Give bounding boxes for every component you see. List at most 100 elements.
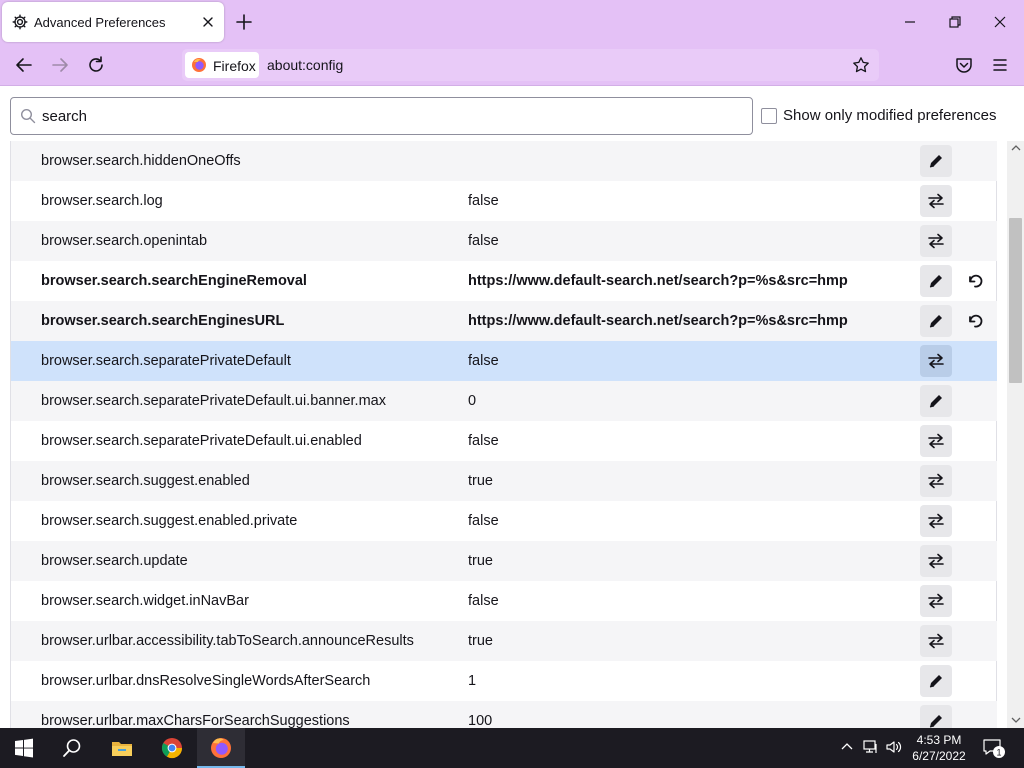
taskbar-chrome[interactable]: [148, 728, 196, 768]
reload-icon[interactable]: [85, 54, 107, 76]
preference-value: false: [468, 593, 499, 609]
toggle-arrows-icon: [928, 473, 944, 489]
search-input[interactable]: [42, 104, 742, 128]
show-modified-label[interactable]: Show only modified preferences: [783, 107, 996, 124]
toggle-button[interactable]: [920, 425, 952, 457]
star-icon[interactable]: [852, 56, 870, 74]
pencil-icon: [929, 155, 942, 168]
preference-name: browser.search.separatePrivateDefault.ui…: [41, 433, 362, 449]
reset-icon[interactable]: [966, 272, 984, 290]
edit-button[interactable]: [920, 265, 952, 297]
vertical-scrollbar[interactable]: [1007, 141, 1024, 728]
preference-name: browser.search.searchEngineRemoval: [41, 273, 307, 289]
minimize-icon[interactable]: [900, 12, 920, 32]
notification-count: 1: [996, 748, 1001, 758]
table-row[interactable]: browser.search.openintab false: [11, 221, 997, 261]
edit-button[interactable]: [920, 305, 952, 337]
restore-icon[interactable]: [945, 12, 965, 32]
toggle-arrows-icon: [928, 593, 944, 609]
table-row[interactable]: browser.search.update true: [11, 541, 997, 581]
table-row[interactable]: browser.search.searchEngineRemoval https:…: [11, 261, 997, 301]
menu-icon[interactable]: [989, 54, 1011, 76]
table-row[interactable]: browser.search.separatePrivateDefault.ui…: [11, 381, 997, 421]
about-config-page: Show only modified preferences browser.s…: [0, 86, 1024, 728]
gear-icon: [12, 14, 28, 30]
plus-icon[interactable]: [234, 12, 254, 32]
table-row[interactable]: browser.search.separatePrivateDefault fal…: [11, 341, 997, 381]
reset-icon[interactable]: [966, 312, 984, 330]
scroll-down-icon[interactable]: [1011, 715, 1021, 725]
table-row[interactable]: browser.search.widget.inNavBar false: [11, 581, 997, 621]
preference-name: browser.search.suggest.enabled.private: [41, 513, 298, 529]
start-button[interactable]: [0, 728, 48, 768]
preference-value: false: [468, 193, 499, 209]
tab-advanced-preferences[interactable]: Advanced Preferences: [2, 2, 224, 42]
taskbar-file-explorer[interactable]: [98, 728, 146, 768]
table-row[interactable]: browser.search.suggest.enabled.private fa…: [11, 501, 997, 541]
toggle-button[interactable]: [920, 185, 952, 217]
toggle-button[interactable]: [920, 505, 952, 537]
table-row[interactable]: browser.urlbar.dnsResolveSingleWordsAfte…: [11, 661, 997, 701]
system-clock[interactable]: 4:53 PM 6/27/2022: [905, 732, 973, 764]
toggle-button[interactable]: [920, 225, 952, 257]
preference-name: browser.search.suggest.enabled: [41, 473, 250, 489]
preference-name: browser.urlbar.maxCharsForSearchSuggesti…: [41, 713, 350, 728]
table-row[interactable]: browser.search.suggest.enabled true: [11, 461, 997, 501]
show-modified-checkbox[interactable]: [761, 108, 777, 124]
table-row[interactable]: browser.search.separatePrivateDefault.ui…: [11, 421, 997, 461]
pencil-icon: [929, 275, 942, 288]
network-icon[interactable]: [862, 738, 880, 756]
folder-icon: [112, 742, 132, 756]
table-row[interactable]: browser.search.log false: [11, 181, 997, 221]
toggle-button[interactable]: [920, 625, 952, 657]
preference-name: browser.search.separatePrivateDefault.ui…: [41, 393, 386, 409]
pencil-icon: [929, 395, 942, 408]
table-row[interactable]: browser.search.hiddenOneOffs: [11, 141, 997, 181]
back-arrow-icon[interactable]: [13, 54, 35, 76]
pencil-icon: [929, 715, 942, 728]
edit-button[interactable]: [920, 385, 952, 417]
window-close-icon[interactable]: [990, 12, 1010, 32]
preference-value: true: [468, 553, 493, 569]
close-icon[interactable]: [200, 14, 216, 30]
toggle-button[interactable]: [920, 345, 952, 377]
url-text[interactable]: about:config: [267, 57, 343, 73]
volume-icon[interactable]: [885, 738, 903, 756]
toggle-arrows-icon: [928, 433, 944, 449]
identity-label: Firefox: [213, 58, 256, 74]
toggle-arrows-icon: [928, 233, 944, 249]
scroll-up-icon[interactable]: [1011, 143, 1021, 153]
table-row[interactable]: browser.urlbar.accessibility.tabToSearch…: [11, 621, 997, 661]
taskbar-search-button[interactable]: [48, 728, 96, 768]
preference-value: 1: [468, 673, 477, 689]
toggle-button[interactable]: [920, 545, 952, 577]
preferences-table: browser.search.hiddenOneOffs browser.sear…: [10, 141, 997, 728]
identity-box[interactable]: Firefox: [185, 52, 259, 78]
forward-arrow-icon[interactable]: [49, 54, 71, 76]
firefox-logo-icon: [211, 738, 231, 758]
scrollbar-thumb[interactable]: [1009, 218, 1022, 383]
preference-value: true: [468, 633, 493, 649]
toggle-button[interactable]: [920, 585, 952, 617]
preference-name: browser.search.separatePrivateDefault: [41, 353, 291, 369]
table-row[interactable]: browser.urlbar.maxCharsForSearchSuggesti…: [11, 701, 997, 728]
preference-name: browser.search.widget.inNavBar: [41, 593, 249, 609]
preference-value: 100: [468, 713, 493, 728]
preference-value: true: [468, 473, 493, 489]
pocket-icon[interactable]: [953, 54, 975, 76]
url-bar[interactable]: Firefox about:config: [182, 49, 879, 81]
notification-icon[interactable]: 1: [982, 737, 1006, 759]
edit-button[interactable]: [920, 705, 952, 728]
toggle-arrows-icon: [928, 553, 944, 569]
edit-button[interactable]: [920, 665, 952, 697]
edit-button[interactable]: [920, 145, 952, 177]
taskbar-firefox[interactable]: [197, 728, 245, 768]
table-row[interactable]: browser.search.searchEnginesURL https://w…: [11, 301, 997, 341]
tab-bar: Advanced Preferences: [0, 0, 1024, 44]
chevron-up-icon[interactable]: [838, 738, 856, 756]
toggle-button[interactable]: [920, 465, 952, 497]
search-icon: [63, 739, 81, 757]
preference-search-box[interactable]: [10, 97, 753, 135]
preference-value: https://www.default-search.net/search?p=…: [468, 273, 848, 289]
preference-name: browser.search.update: [41, 553, 188, 569]
